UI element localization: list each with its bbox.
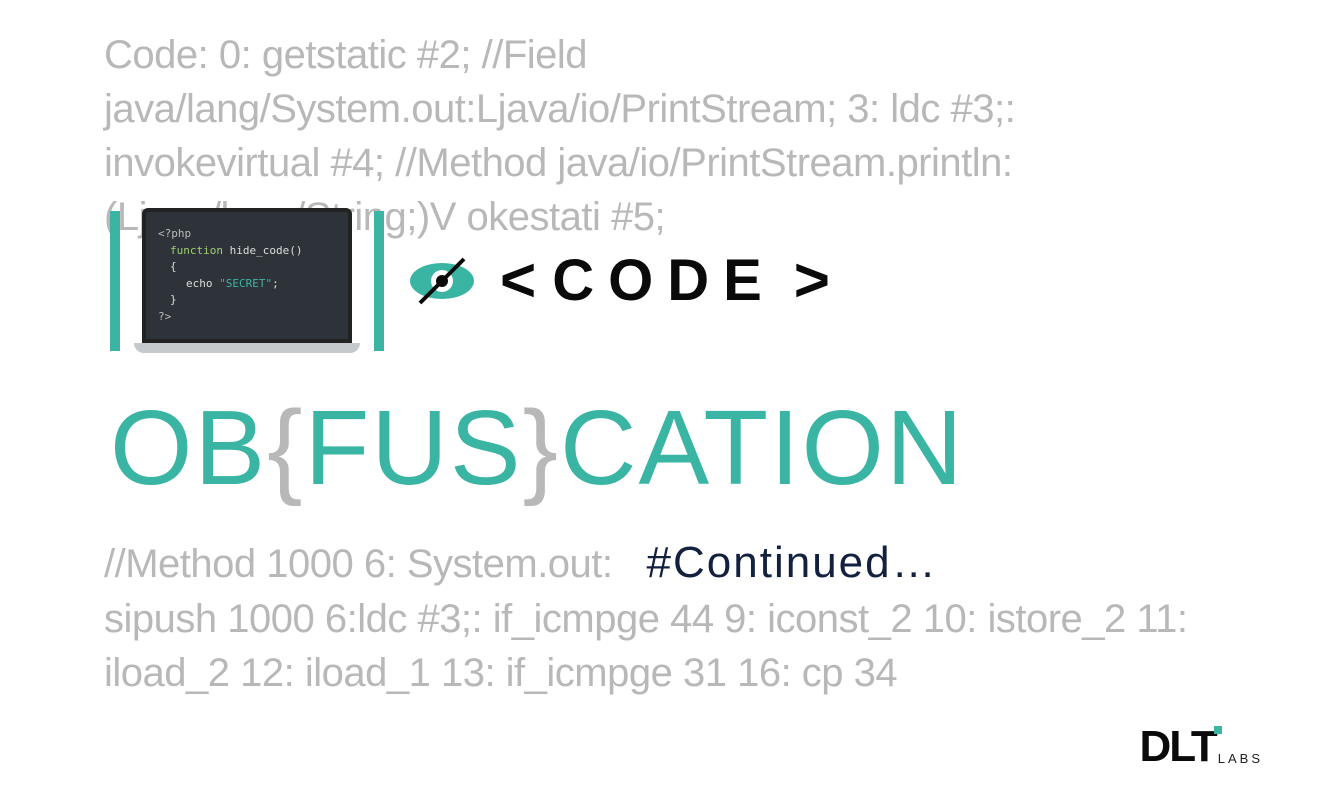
php-brace-open: { [170, 260, 177, 273]
title-brace-open: { [267, 388, 304, 509]
php-open-tag: <?php [158, 227, 191, 240]
bottom-text-block: //Method 1000 6: System.out: #Continued…… [104, 538, 1223, 700]
vertical-accent-bar-right [374, 211, 384, 351]
hero-graphics-row: <?php function hide_code() { echo "SECRE… [110, 208, 828, 353]
logo-main-text: DLT [1139, 722, 1215, 772]
php-function-name: hide_code() [223, 244, 302, 257]
hidden-eye-icon [406, 255, 478, 307]
bottom-line-1: //Method 1000 6: System.out: #Continued… [104, 538, 1223, 588]
php-semicolon: ; [272, 277, 279, 290]
angle-bracket-left: < [500, 245, 534, 316]
php-brace-close: } [170, 293, 177, 306]
angle-bracket-right: > [794, 245, 828, 316]
laptop-base [134, 343, 360, 353]
laptop-illustration: <?php function hide_code() { echo "SECRE… [142, 208, 352, 353]
background-bytecode-bottom: sipush 1000 6:ldc #3;: if_icmpge 44 9: i… [104, 592, 1223, 700]
logo-dlt: DLT [1139, 722, 1215, 771]
php-keyword-function: function [170, 244, 223, 257]
main-title: OB { FUS } CATION [110, 388, 965, 509]
php-string: "SECRET" [219, 277, 272, 290]
php-close-tag: ?> [158, 310, 171, 323]
vertical-accent-bar-left [110, 211, 120, 351]
laptop-screen: <?php function hide_code() { echo "SECRE… [142, 208, 352, 343]
dlt-labs-logo: DLT LABS [1139, 722, 1263, 772]
title-part-ob: OB [110, 388, 267, 509]
logo-labs-text: LABS [1218, 751, 1263, 766]
title-brace-close: } [523, 388, 560, 509]
continued-label: #Continued… [647, 538, 938, 588]
title-part-cation: CATION [560, 388, 965, 509]
title-part-fus: FUS [305, 388, 523, 509]
logo-accent-square [1214, 726, 1222, 734]
code-word: CODE [552, 247, 776, 314]
php-echo: echo [186, 277, 219, 290]
code-tag-graphic: < CODE > [500, 245, 828, 316]
bytecode-fragment-1: //Method 1000 6: System.out: [104, 542, 613, 587]
